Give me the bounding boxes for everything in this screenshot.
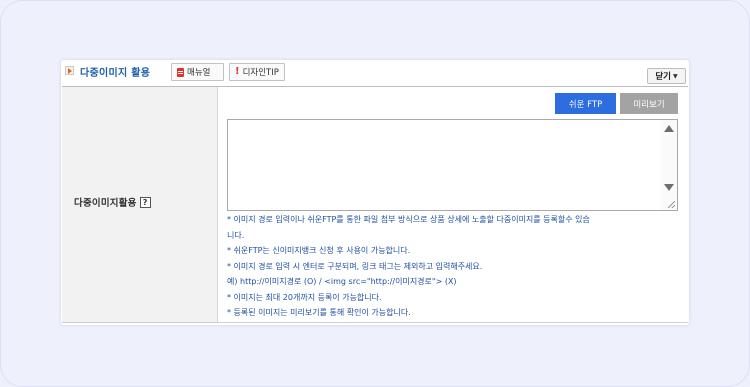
label-cell: 다중이미지활용 ? (62, 87, 218, 322)
note-line: 니다. (227, 230, 245, 240)
note-line: 예) http://이미지경로 (O) / <img src="http://이… (227, 277, 457, 286)
help-icon[interactable]: ? (139, 196, 151, 208)
field-label-group: 다중이미지활용 ? (74, 195, 151, 209)
image-path-textarea-frame (227, 119, 678, 211)
note-line: * 쉬운FTP는 신이미지뱅크 신청 후 사용이 가능합니다. (227, 246, 411, 255)
pdf-icon (177, 67, 184, 77)
scroll-up-icon[interactable] (664, 125, 674, 132)
help-notes: * 이미지 경로 입력이나 쉬운FTP를 통한 파일 첨부 방식으로 상품 상세… (227, 212, 685, 321)
resize-grip-icon[interactable] (668, 201, 675, 208)
chevron-down-icon: ▼ (673, 72, 678, 80)
note-line: * 이미지는 최대 20개까지 등록이 가능합니다. (227, 292, 382, 302)
multi-image-panel: 다중이미지 활용 매뉴얼 ! 디자인TIP 닫기 ▼ 다중이미지활용 ? 쉬운 … (61, 60, 689, 325)
easy-ftp-button[interactable]: 쉬운 FTP (555, 93, 616, 114)
design-tip-label: 디자인TIP (242, 68, 279, 78)
preview-button[interactable]: 미리보기 (620, 93, 678, 114)
field-label: 다중이미지활용 (74, 198, 137, 209)
textarea-scrollbar[interactable] (661, 120, 677, 210)
manual-button[interactable]: 매뉴얼 (171, 63, 224, 81)
note-line: * 이미지 경로 입력이나 쉬운FTP를 통한 파일 첨부 방식으로 상품 상세… (227, 215, 590, 224)
close-button[interactable]: 닫기 ▼ (647, 68, 686, 84)
manual-label: 매뉴얼 (187, 68, 211, 78)
play-arrow-icon (65, 66, 74, 75)
note-line: * 등록된 이미지는 미리보기를 통해 확인이 가능합니다. (227, 308, 411, 317)
close-label: 닫기 (655, 72, 671, 82)
exclamation-icon: ! (235, 66, 240, 77)
form-table: 다중이미지활용 ? 쉬운 FTP 미리보기 * 이미지 경로 입력이나 쉬운FT… (62, 86, 688, 323)
scroll-down-icon[interactable] (664, 184, 674, 191)
design-tip-button[interactable]: ! 디자인TIP (229, 63, 285, 81)
panel-title: 다중이미지 활용 (80, 68, 151, 79)
image-path-textarea[interactable] (228, 120, 661, 210)
note-line: * 이미지 경로 입력 시 엔터로 구분되며, 링크 태그는 제외하고 입력해주… (227, 261, 483, 271)
